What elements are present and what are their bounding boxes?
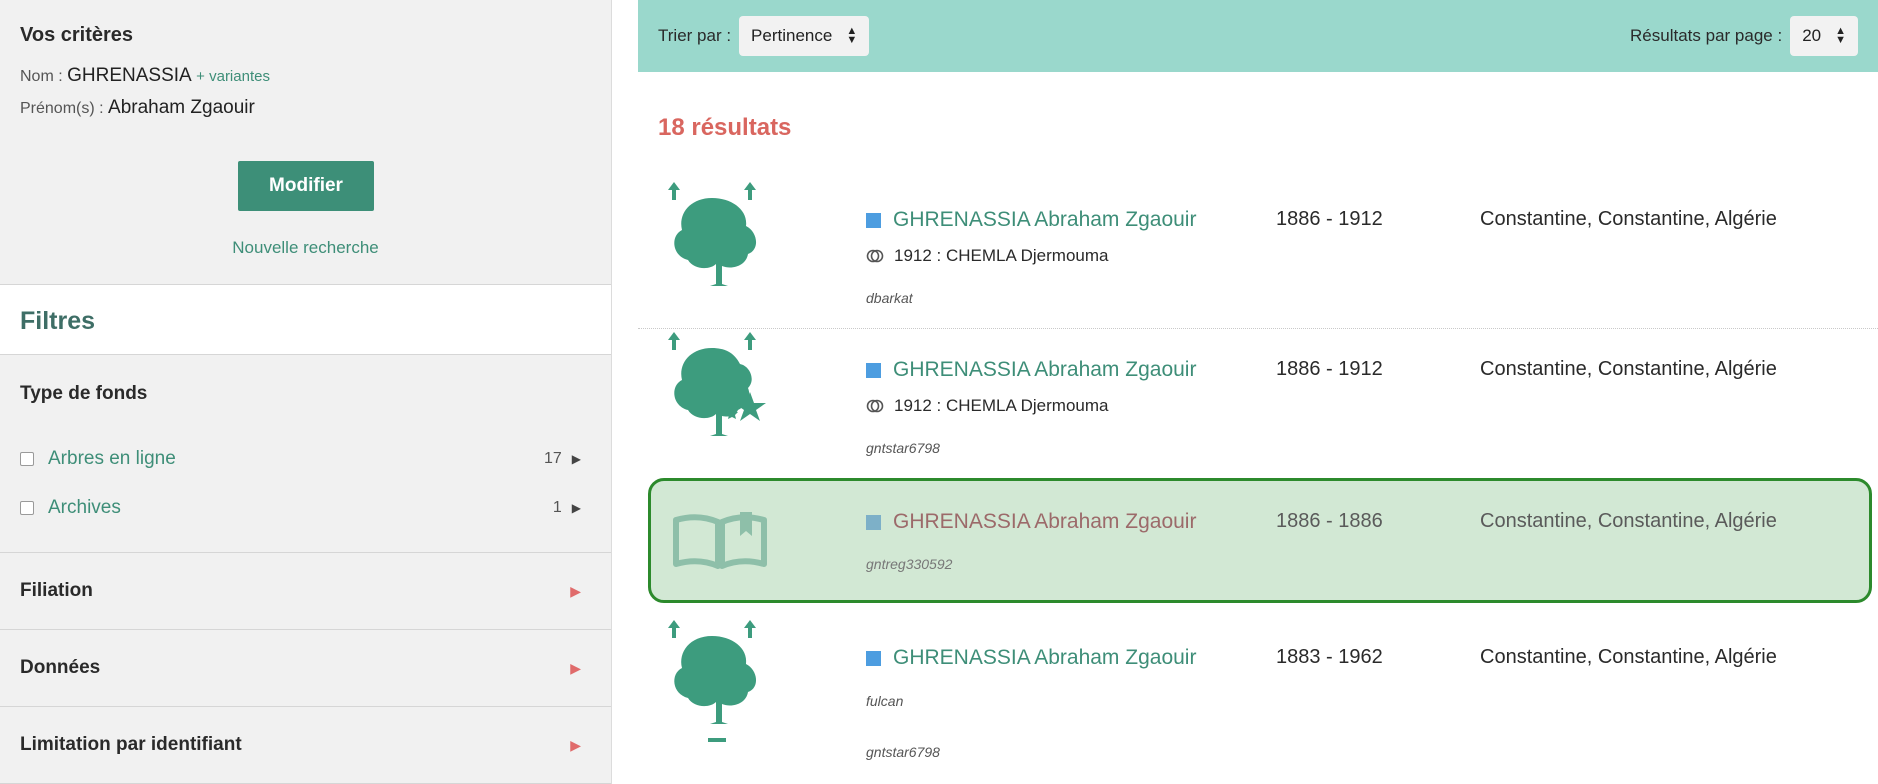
filters-header: Filtres <box>0 285 611 355</box>
sort-select[interactable]: Pertinence ▲ ▼ <box>739 16 870 56</box>
result-source[interactable]: gntstar6798 <box>866 440 940 456</box>
union-text: 1912 : CHEMLA Djermouma <box>894 396 1109 415</box>
criteria-title: Vos critères <box>20 24 134 46</box>
marriage-rings-icon <box>866 399 884 413</box>
result-years: 1886 - 1912 <box>1276 358 1383 380</box>
section-label[interactable]: Limitation par identifiant <box>20 734 242 756</box>
expand-arrow-icon[interactable]: ▶ <box>572 452 581 466</box>
filter-arbres-en-ligne[interactable]: Arbres en ligne 17 ▶ <box>20 446 581 472</box>
per-page-value: 20 <box>1802 26 1822 45</box>
results-count: 18 résultats <box>658 114 792 141</box>
result-source[interactable]: gntreg330592 <box>866 556 952 572</box>
tree-icon <box>660 618 780 753</box>
gender-square-icon <box>866 362 881 378</box>
result-union: 1912 : CHEMLA Djermouma <box>866 396 1108 416</box>
criteria-prenom: Prénom(s) : Abraham Zgaouir <box>20 97 591 119</box>
results-toolbar: Trier par : Pertinence ▲ ▼ Résultats par … <box>638 0 1878 72</box>
per-page-select[interactable]: 20 ▲ ▼ <box>1790 16 1858 56</box>
type-de-fonds-section: Type de fonds Arbres en ligne 17 ▶ Archi… <box>0 355 611 553</box>
expand-arrow-icon[interactable]: ▶ <box>570 583 581 600</box>
gender-square-icon <box>866 514 881 530</box>
person-name-link[interactable]: GHRENASSIA Abraham Zgaouir <box>893 358 1196 382</box>
filter-label[interactable]: Archives <box>48 497 553 519</box>
filter-archives[interactable]: Archives 1 ▶ <box>20 495 581 521</box>
results-main: Trier par : Pertinence ▲ ▼ Résultats par … <box>638 0 1878 784</box>
section-limitation-identifiant[interactable]: Limitation par identifiant ▶ <box>0 707 611 784</box>
result-name-row[interactable]: GHRENASSIA Abraham Zgaouir <box>866 358 1196 382</box>
select-arrows-icon: ▲ ▼ <box>1835 25 1846 46</box>
result-place: Constantine, Constantine, Algérie <box>1480 510 1777 532</box>
result-source[interactable]: dbarkat <box>866 290 913 306</box>
checkbox[interactable] <box>20 501 34 515</box>
result-separator <box>638 328 1878 329</box>
checkbox[interactable] <box>20 452 34 466</box>
open-book-icon <box>660 496 780 631</box>
tree-icon <box>660 180 780 315</box>
per-page-group: Résultats par page : 20 ▲ ▼ <box>1630 16 1858 56</box>
nom-label: Nom : <box>20 68 63 85</box>
expand-arrow-icon[interactable]: ▶ <box>570 737 581 754</box>
filter-label[interactable]: Arbres en ligne <box>48 448 544 470</box>
select-arrows-icon: ▲ ▼ <box>846 25 858 46</box>
highlighted-result-frame <box>648 478 1872 603</box>
result-source[interactable]: fulcan <box>866 693 903 709</box>
result-place: Constantine, Constantine, Algérie <box>1480 646 1777 668</box>
result-name-row[interactable]: GHRENASSIA Abraham Zgaouir <box>866 510 1196 534</box>
prenom-value: Abraham Zgaouir <box>108 97 255 118</box>
filter-count: 17 <box>543 450 562 467</box>
person-name-link[interactable]: GHRENASSIA Abraham Zgaouir <box>893 208 1196 232</box>
result-name-row[interactable]: GHRENASSIA Abraham Zgaouir <box>866 208 1196 232</box>
section-label[interactable]: Filiation <box>20 580 93 602</box>
sort-group: Trier par : Pertinence ▲ ▼ <box>658 16 870 56</box>
criteria-panel: Vos critères Nom : GHRENASSIA + variante… <box>0 0 611 285</box>
result-place: Constantine, Constantine, Algérie <box>1480 358 1777 380</box>
expand-arrow-icon[interactable]: ▶ <box>570 660 581 677</box>
filters-title: Filtres <box>20 307 96 335</box>
result-years: 1886 - 1912 <box>1276 208 1383 230</box>
result-years: 1886 - 1886 <box>1276 510 1383 532</box>
sort-label: Trier par : <box>658 26 732 45</box>
result-place: Constantine, Constantine, Algérie <box>1480 208 1777 230</box>
expand-arrow-icon[interactable]: ▶ <box>572 501 581 515</box>
sidebar: Vos critères Nom : GHRENASSIA + variante… <box>0 0 612 784</box>
modify-button[interactable]: Modifier <box>238 161 374 211</box>
tree-star-icon <box>660 330 780 465</box>
person-name-link[interactable]: GHRENASSIA Abraham Zgaouir <box>893 510 1196 534</box>
per-page-label: Résultats par page : <box>1630 26 1783 45</box>
section-donnees[interactable]: Données ▶ <box>0 630 611 707</box>
gender-square-icon <box>866 650 881 666</box>
section-label[interactable]: Données <box>20 657 100 679</box>
gender-square-icon <box>866 212 881 228</box>
result-source-secondary[interactable]: gntstar6798 <box>866 744 940 760</box>
criteria-nom: Nom : GHRENASSIA + variantes <box>20 65 591 87</box>
section-filiation[interactable]: Filiation ▶ <box>0 553 611 630</box>
result-name-row[interactable]: GHRENASSIA Abraham Zgaouir <box>866 646 1196 670</box>
nom-value: GHRENASSIA <box>67 65 192 86</box>
marriage-rings-icon <box>866 249 884 263</box>
variantes-link[interactable]: + variantes <box>196 68 270 85</box>
union-text: 1912 : CHEMLA Djermouma <box>894 246 1109 265</box>
prenom-label: Prénom(s) : <box>20 100 104 117</box>
filter-count: 1 <box>552 499 562 516</box>
result-union: 1912 : CHEMLA Djermouma <box>866 246 1108 266</box>
new-search-link[interactable]: Nouvelle recherche <box>0 238 611 258</box>
sort-value: Pertinence <box>751 26 833 45</box>
person-name-link[interactable]: GHRENASSIA Abraham Zgaouir <box>893 646 1196 670</box>
result-years: 1883 - 1962 <box>1276 646 1383 668</box>
fonds-title: Type de fonds <box>20 383 148 404</box>
